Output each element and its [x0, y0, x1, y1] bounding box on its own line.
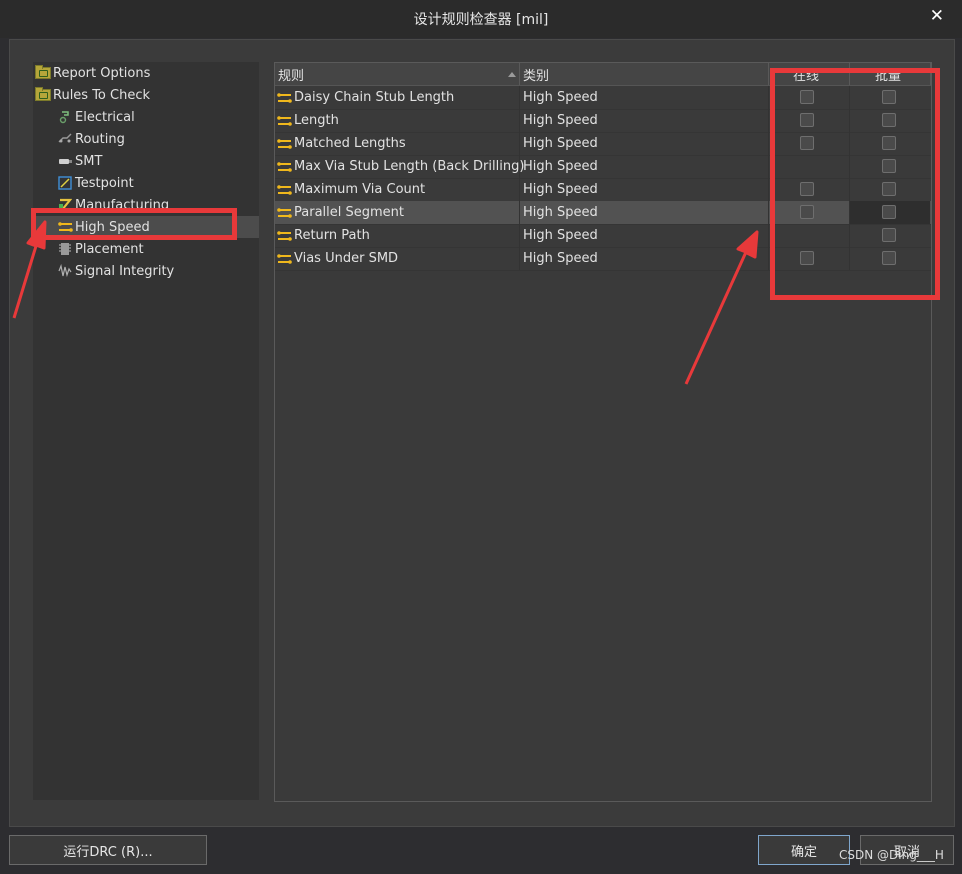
annotation-arrows: [12, 220, 759, 385]
